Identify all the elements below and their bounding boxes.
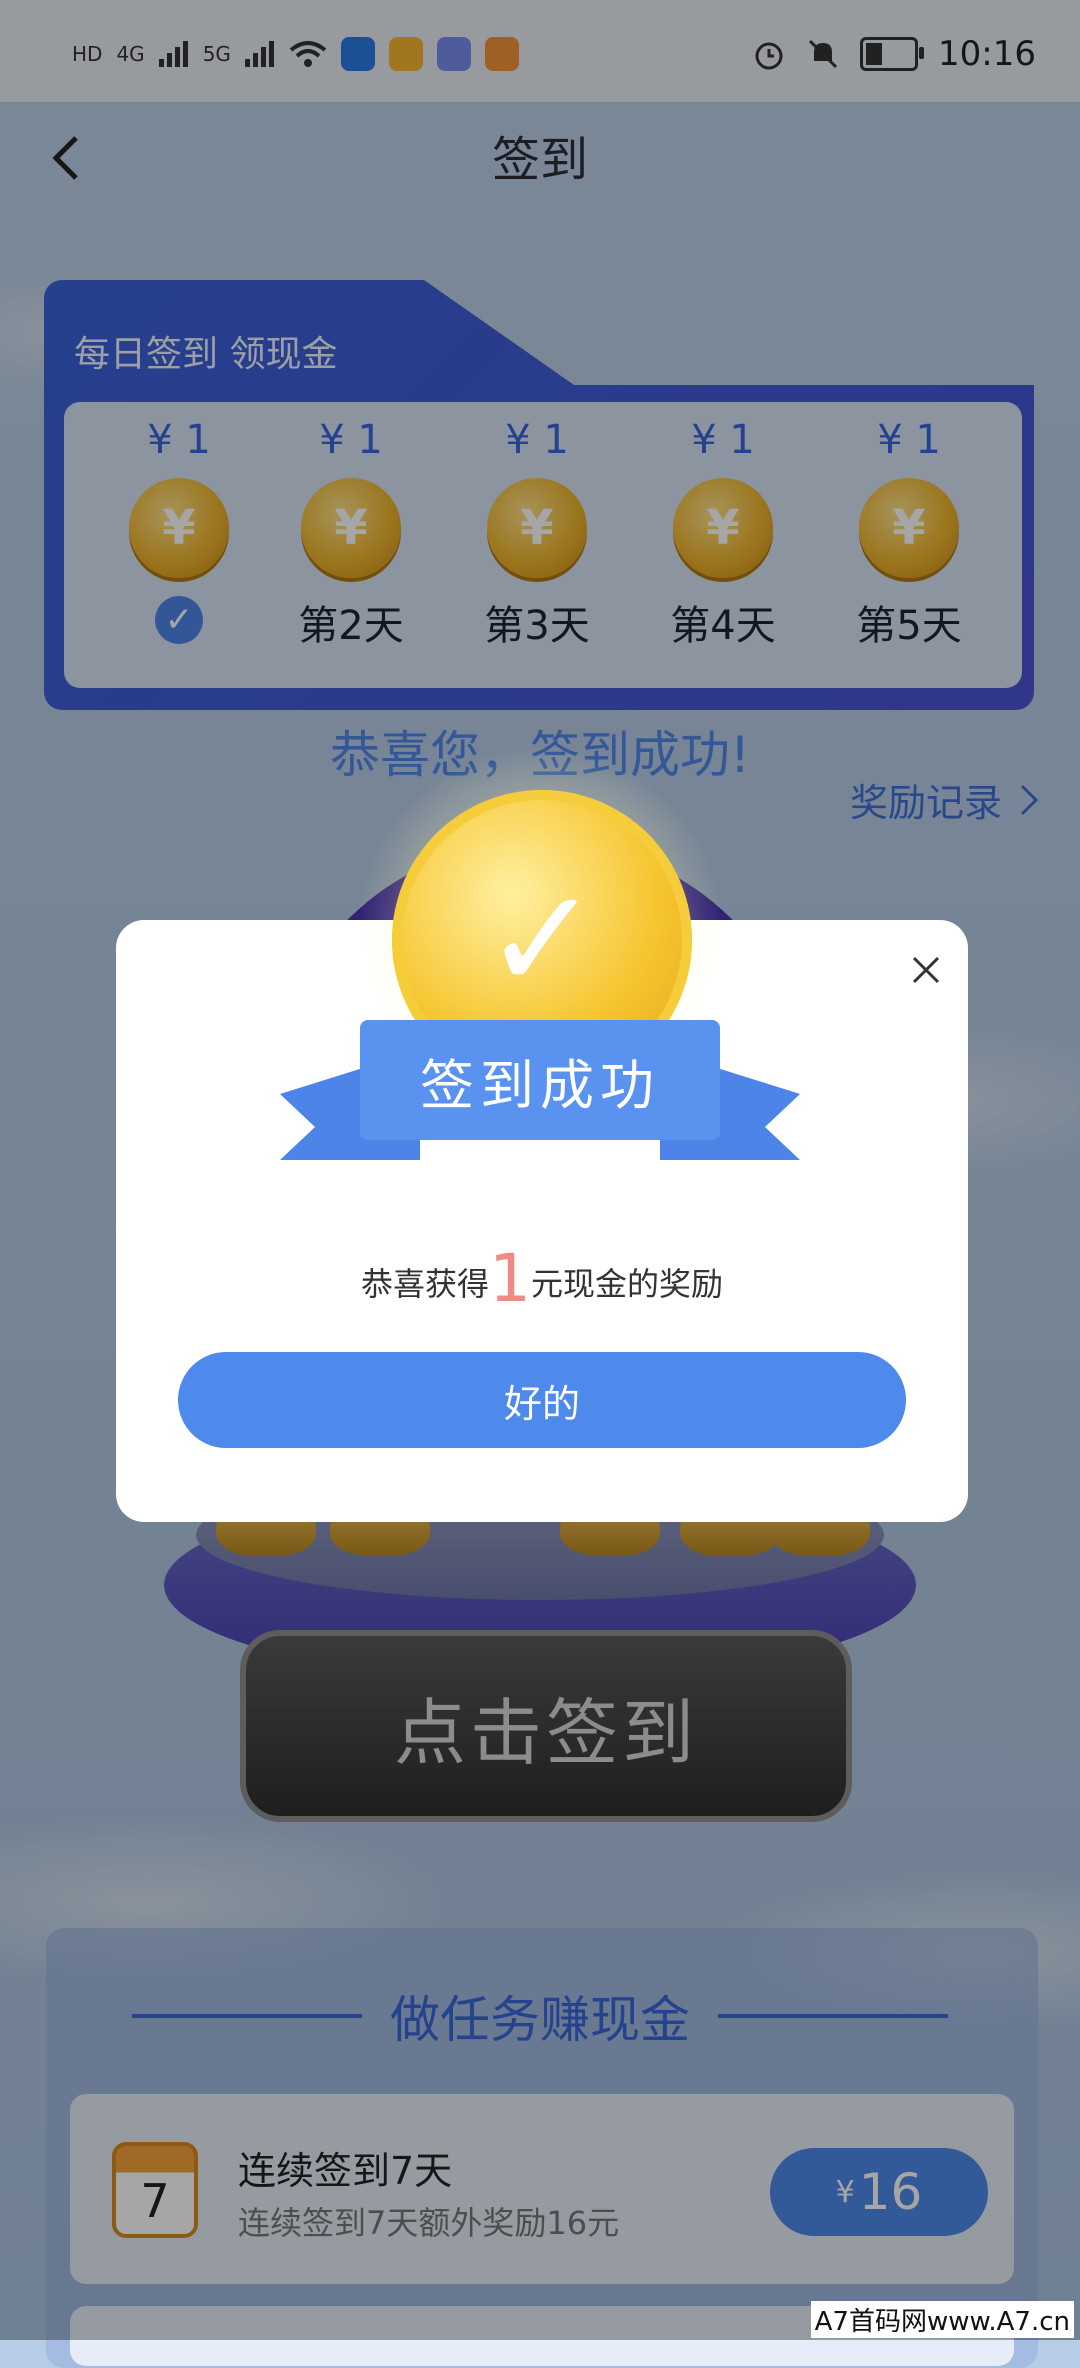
reward-message: 恭喜获得1元现金的奖励 (116, 1240, 968, 1317)
reward-amount: 1 (489, 1240, 531, 1317)
close-icon (912, 956, 940, 984)
reward-suffix: 元现金的奖励 (531, 1265, 724, 1303)
close-button[interactable] (896, 940, 956, 1000)
success-ribbon: 签到成功 (360, 1020, 720, 1140)
reward-prefix: 恭喜获得 (360, 1265, 489, 1303)
watermark: A7首码网www.A7.cn (810, 2301, 1074, 2338)
ok-button[interactable]: 好的 (178, 1352, 906, 1448)
